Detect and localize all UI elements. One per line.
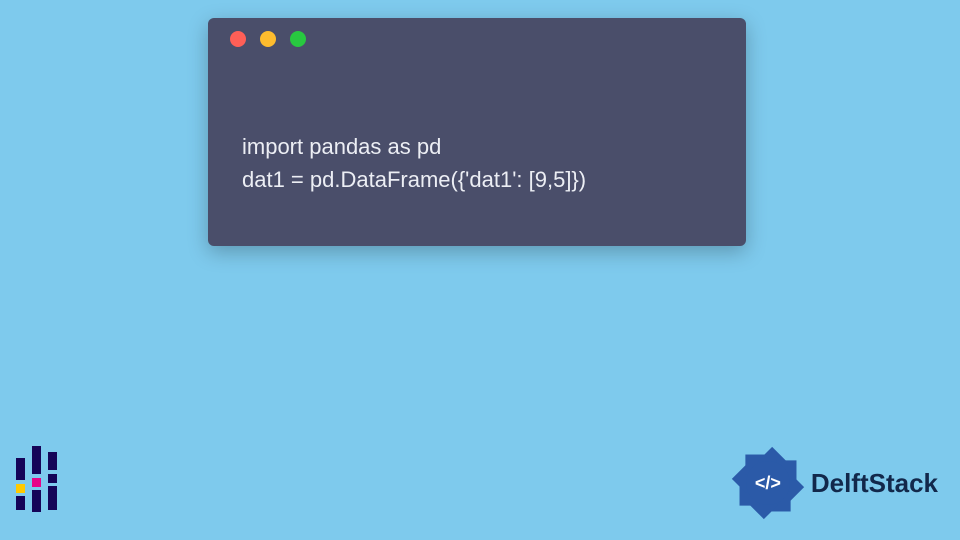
code-window: import pandas as pd dat1 = pd.DataFrame(… [208,18,746,246]
code-tag-icon: </> [746,461,790,505]
window-titlebar [208,18,746,60]
close-icon[interactable] [230,31,246,47]
code-body: import pandas as pd dat1 = pd.DataFrame(… [208,60,746,196]
pandas-logo-icon [16,446,72,512]
brand-name: DelftStack [811,468,938,499]
minimize-icon[interactable] [260,31,276,47]
code-line-2: dat1 = pd.DataFrame({'dat1': [9,5]}) [242,167,586,192]
code-line-1: import pandas as pd [242,134,441,159]
zoom-icon[interactable] [290,31,306,47]
delftstack-logo-icon: </> [733,448,803,518]
delftstack-brand: </> DelftStack [733,448,938,518]
